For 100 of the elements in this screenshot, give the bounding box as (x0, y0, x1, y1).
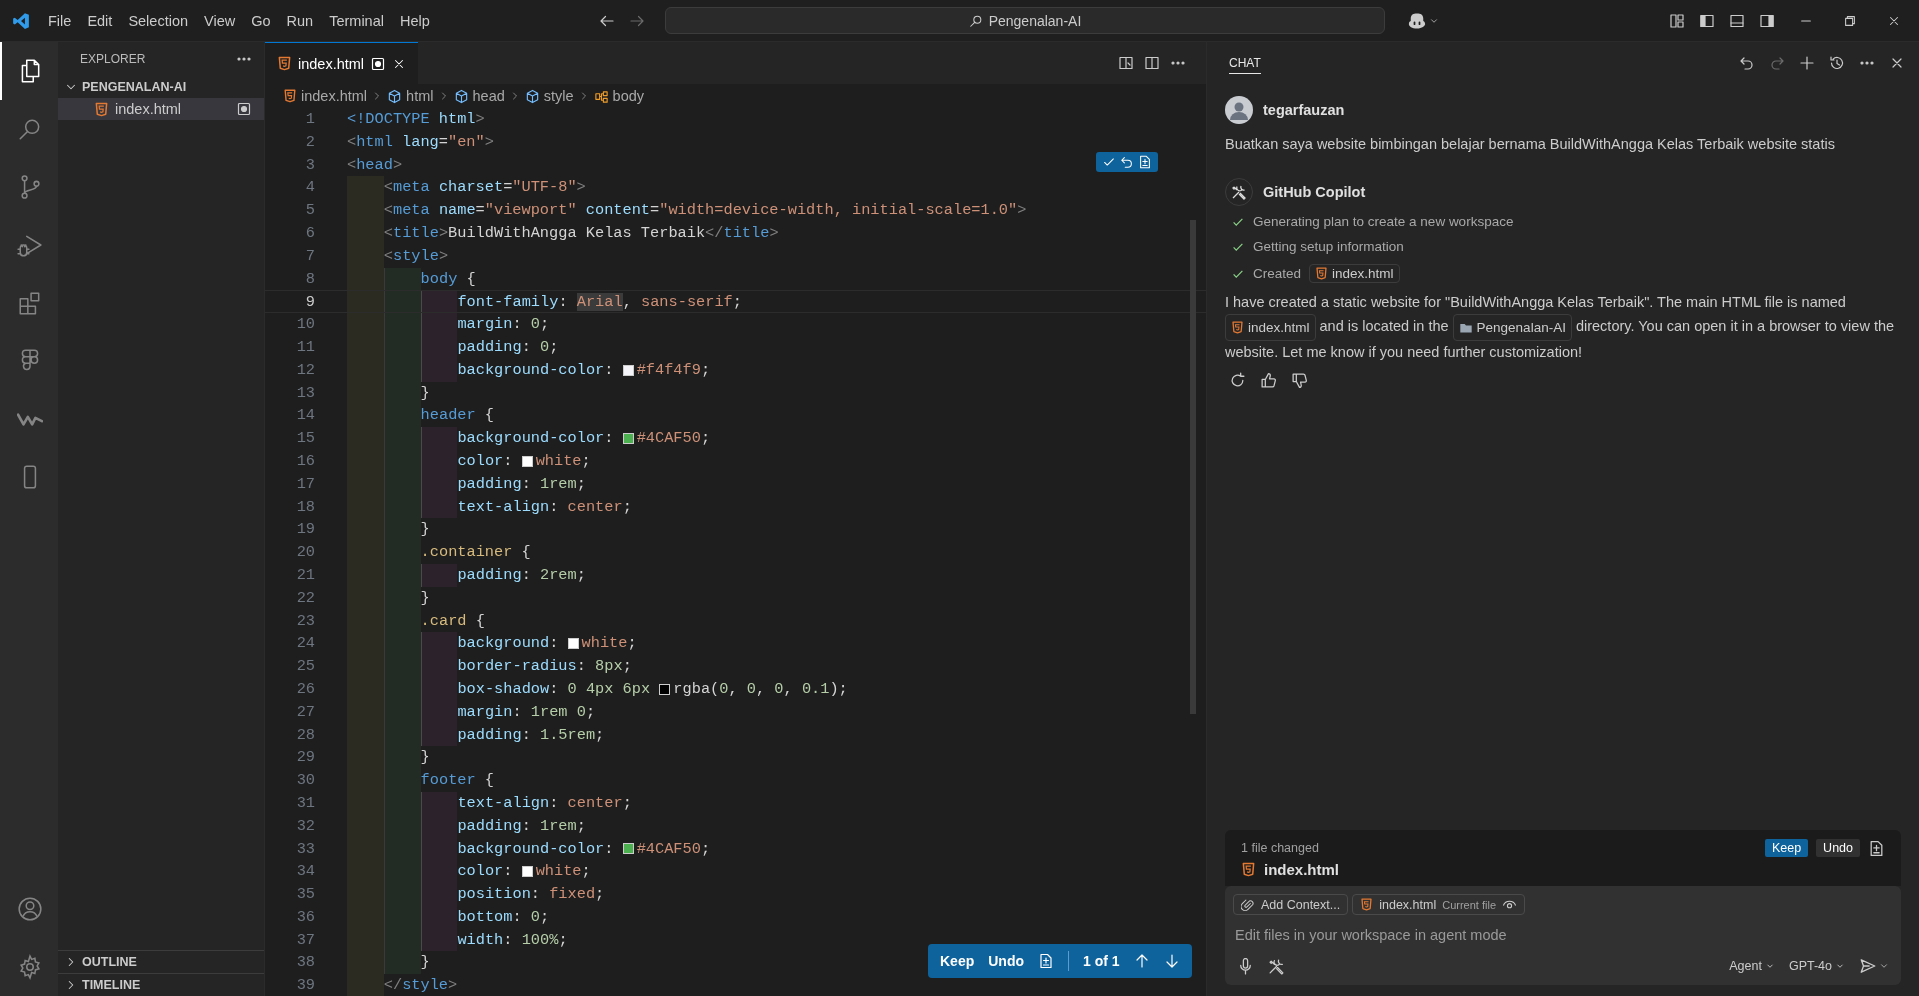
file-link[interactable]: index.html (1225, 314, 1316, 341)
line-number: 27 (295, 701, 316, 723)
layout-icon[interactable] (1669, 12, 1685, 29)
folder-link[interactable]: Pengenalan-AI (1452, 314, 1572, 341)
chat-input[interactable]: Edit files in your workspace in agent mode (1233, 923, 1893, 947)
color-swatch[interactable] (521, 455, 533, 467)
line-number: 34 (295, 861, 316, 883)
menu-item[interactable]: Selection (120, 8, 197, 33)
menu-item[interactable]: Edit (79, 8, 121, 33)
indent-guide (420, 791, 458, 815)
command-center[interactable]: Pengenalan-AI (665, 7, 1385, 34)
toggle-secondary-sidebar-icon[interactable] (1759, 12, 1775, 29)
html-file-icon (1360, 898, 1374, 911)
assistant-message: I have created a static website for "BuildWithAngga Kelas Terbaik". The main HTML file is named index.html and is located in the Pengenalan-AI directory. You can open it in a browser to view the website. Let me know if you need further customization! (1225, 293, 1896, 362)
code-text: font-family: Arial, sans-serif; (457, 292, 742, 313)
line-number: 14 (295, 405, 316, 427)
color-swatch[interactable] (622, 433, 634, 445)
diff-file-icon[interactable] (1138, 155, 1152, 169)
color-swatch[interactable] (521, 866, 533, 878)
folder-item[interactable]: PENGENALAN-AI (58, 76, 264, 98)
code-text: color: (457, 450, 514, 472)
split-editor-icon[interactable] (1144, 55, 1160, 71)
explorer-file[interactable]: index.html (58, 98, 264, 120)
code-text: header { (420, 405, 495, 427)
menu-item[interactable]: Terminal (321, 8, 392, 33)
scrollbar[interactable] (1190, 220, 1196, 714)
keep-button[interactable]: Keep (940, 953, 975, 969)
line-number: 39 (295, 975, 316, 996)
line-number: 17 (295, 473, 316, 495)
breadcrumb-item[interactable]: index.html (301, 88, 368, 104)
line-number: 31 (295, 792, 316, 814)
code-text: padding: 1.5rem; (457, 724, 605, 746)
color-swatch[interactable] (622, 843, 634, 855)
code-text: border-radius: 8px; (457, 656, 632, 678)
restore-icon[interactable] (1843, 13, 1857, 28)
section-header[interactable]: OUTLINE (58, 950, 264, 973)
undo-icon[interactable] (1739, 55, 1755, 71)
menu-item[interactable]: View (196, 8, 244, 33)
line-number: 29 (295, 747, 316, 769)
retry-icon[interactable] (1229, 372, 1246, 389)
code-text: margin: 1rem 0; (457, 701, 596, 723)
editor-tab[interactable]: index.html (265, 42, 419, 84)
menu-item[interactable]: File (40, 8, 80, 33)
chat-title[interactable]: CHAT (1229, 52, 1261, 74)
thumbs-up-icon[interactable] (1260, 372, 1277, 389)
code-text: white; (535, 450, 591, 472)
history-icon[interactable] (1829, 55, 1845, 71)
search-icon (968, 13, 983, 28)
menu-item[interactable]: Run (278, 8, 322, 33)
menu-item[interactable]: Help (391, 8, 438, 33)
context-file-chip[interactable]: index.html Current file (1352, 894, 1525, 915)
indent-guide (420, 563, 458, 587)
tools-icon[interactable] (1268, 957, 1285, 975)
toggle-panel-icon[interactable] (1729, 12, 1745, 29)
keep-button[interactable]: Keep (1764, 839, 1809, 857)
code-text: white; (535, 861, 591, 883)
color-swatch[interactable] (622, 364, 634, 376)
breadcrumb-item[interactable]: html (406, 88, 434, 104)
microphone-icon[interactable] (1237, 957, 1254, 975)
code-text: <title>BuildWithAngga Kelas Terbaik</title> (383, 223, 779, 244)
code-text: <style> (383, 245, 449, 267)
user-message: Buatkan saya website bimbingan belajar bernama BuildWithAngga Kelas Terbaik website statis (1225, 136, 1836, 152)
line-number: 36 (295, 906, 316, 928)
undo-icon[interactable] (1120, 155, 1134, 169)
open-preview-icon[interactable] (1118, 55, 1134, 71)
undo-button[interactable]: Undo (1816, 839, 1860, 857)
author-name: GitHub Copilot (1263, 184, 1366, 200)
model-picker[interactable]: GPT-4o (1788, 959, 1845, 973)
code-text: <!DOCTYPE html> (347, 109, 485, 130)
line-number: 22 (295, 587, 316, 609)
progress-step: Created (1253, 266, 1302, 281)
line-number: 35 (295, 884, 316, 906)
send-icon[interactable] (1859, 957, 1877, 975)
breadcrumb-item[interactable]: head (472, 88, 505, 104)
line-number: 30 (295, 770, 316, 792)
accept-icon[interactable] (1102, 155, 1116, 169)
line-number: 8 (304, 268, 316, 290)
line-number: 9 (304, 292, 316, 313)
add-context-button[interactable]: Add Context... (1233, 894, 1349, 915)
section-header[interactable]: TIMELINE (58, 973, 264, 996)
mode-picker[interactable]: Agent (1729, 959, 1775, 973)
menu-item[interactable]: Go (243, 8, 279, 33)
toggle-sidebar-icon[interactable] (1699, 12, 1715, 29)
undo-button[interactable]: Undo (988, 953, 1024, 969)
breadcrumb-item[interactable]: style (543, 88, 574, 104)
changed-file[interactable]: index.html (1264, 861, 1339, 878)
indent-guide (420, 427, 458, 450)
color-swatch[interactable] (659, 683, 671, 695)
breadcrumb-item[interactable]: body (612, 88, 645, 104)
color-swatch[interactable] (567, 638, 579, 650)
diff-file-icon[interactable] (1038, 953, 1054, 969)
code-text: margin: 0; (457, 314, 550, 336)
indent-guide (347, 974, 384, 996)
code-text: color: (457, 861, 514, 883)
thumbs-down-icon[interactable] (1291, 372, 1308, 389)
diff-file-icon[interactable] (1868, 839, 1885, 857)
new-chat-icon[interactable] (1799, 55, 1815, 71)
code-text: <meta name="viewport" content="width=device-width, initial-scale=1.0"> (383, 200, 1027, 222)
line-number: 28 (295, 724, 316, 746)
file-link[interactable]: index.html (1309, 264, 1400, 283)
